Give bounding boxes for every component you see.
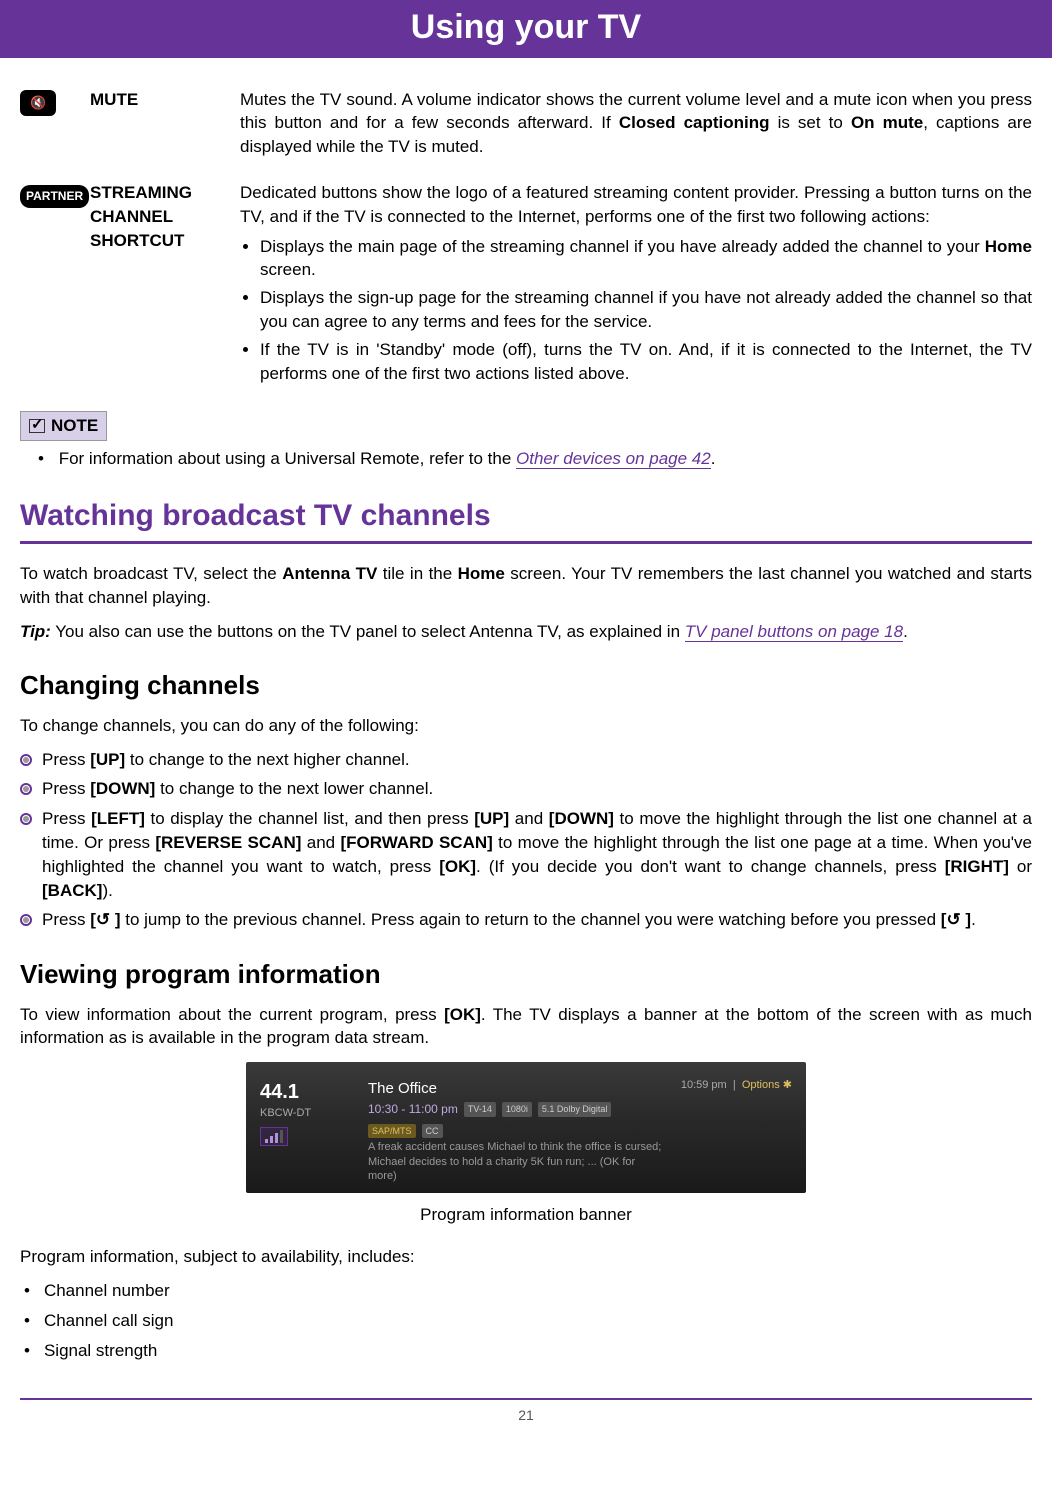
viewing-intro: To view information about the current pr…: [20, 1003, 1032, 1051]
program-info-block: The Office 10:30 - 11:00 pm TV-14 1080i …: [368, 1078, 663, 1183]
signal-strength-icon: [260, 1127, 288, 1146]
changing-intro: To change channels, you can do any of th…: [20, 714, 1032, 738]
partner-description: Dedicated buttons show the logo of a fea…: [240, 181, 1032, 389]
mute-label: MUTE: [90, 88, 240, 112]
note-link[interactable]: Other devices on page 42: [516, 449, 711, 469]
subheading-changing: Changing channels: [20, 667, 1032, 703]
includes-label: Program information, subject to availabi…: [20, 1245, 1032, 1269]
current-time: 10:59 pm: [681, 1079, 727, 1091]
intro-b2: Home: [458, 564, 505, 583]
tag-audio: 5.1 Dolby Digital: [538, 1102, 612, 1117]
page-header: Using your TV: [0, 0, 1052, 58]
note-label: NOTE: [20, 411, 107, 441]
partner-icon-cell: PARTNER: [20, 181, 90, 208]
watching-intro: To watch broadcast TV, select the Antenn…: [20, 562, 1032, 610]
page-number: 21: [0, 1406, 1052, 1436]
partner-action-list: Displays the main page of the streaming …: [240, 235, 1032, 386]
watching-tip: Tip: You also can use the buttons on the…: [20, 620, 1032, 644]
note-list: For information about using a Universal …: [38, 447, 1032, 471]
undo-b4: ]: [961, 910, 971, 929]
down-pre: Press: [42, 779, 90, 798]
partner-item-2: Displays the sign-up page for the stream…: [260, 286, 1032, 334]
mute-desc-bold1: Closed captioning: [619, 113, 770, 132]
down-post: to change to the next lower channel.: [155, 779, 433, 798]
undo-b2: ]: [110, 910, 120, 929]
tip-body: You also can use the buttons on the TV p…: [51, 622, 685, 641]
note-item: For information about using a Universal …: [38, 447, 1032, 471]
undo-pre: Press: [42, 910, 90, 929]
mute-icon-cell: 🔇: [20, 88, 90, 116]
banner-figure: 44.1 KBCW-DT The Office 10:30 - 11:00 pm…: [20, 1062, 1032, 1227]
clock-block: 10:59 pm | Options ✱: [681, 1078, 792, 1093]
up-post: to change to the next higher channel.: [125, 750, 409, 769]
undo-mid: to jump to the previous channel. Press a…: [121, 910, 941, 929]
tag-resolution: 1080i: [502, 1102, 532, 1117]
options-label: Options ✱: [742, 1079, 792, 1091]
includes-item-3: Signal strength: [20, 1339, 1032, 1363]
tip-link[interactable]: TV panel buttons on page 18: [685, 622, 903, 642]
check-icon: [29, 419, 45, 433]
undo-icon-2: ↺: [946, 908, 960, 932]
mute-desc-bold2: On mute: [851, 113, 923, 132]
changing-item-down: Press [DOWN] to change to the next lower…: [20, 777, 1032, 801]
undo-icon: ↺: [96, 908, 110, 932]
partner-item-1: Displays the main page of the streaming …: [260, 235, 1032, 283]
banner-caption: Program information banner: [20, 1203, 1032, 1227]
undo-post: .: [971, 910, 976, 929]
partner-item-3-text: If the TV is in 'Standby' mode (off), tu…: [260, 340, 1032, 383]
changing-list: Press [UP] to change to the next higher …: [20, 748, 1032, 933]
footer-rule: [20, 1398, 1032, 1400]
mute-icon: 🔇: [20, 90, 56, 116]
intro-mid: tile in the: [377, 564, 457, 583]
intro-b1: Antenna TV: [282, 564, 377, 583]
section-rule: [20, 541, 1032, 544]
partner-item-1-post: screen.: [260, 260, 316, 279]
partner-desc-text: Dedicated buttons show the logo of a fea…: [240, 183, 1032, 226]
partner-label: STREAMING CHANNEL SHORTCUT: [90, 181, 240, 252]
program-time-line: 10:30 - 11:00 pm TV-14 1080i 5.1 Dolby D…: [368, 1101, 663, 1138]
subheading-viewing: Viewing program information: [20, 956, 1032, 992]
changing-item-up: Press [UP] to change to the next higher …: [20, 748, 1032, 772]
program-info-banner: 44.1 KBCW-DT The Office 10:30 - 11:00 pm…: [246, 1062, 806, 1193]
program-description: A freak accident causes Michael to think…: [368, 1140, 663, 1183]
view-b: [OK]: [444, 1005, 481, 1024]
channel-call-sign: KBCW-DT: [260, 1106, 350, 1121]
channel-block: 44.1 KBCW-DT: [260, 1078, 350, 1148]
tag-cc: CC: [422, 1124, 443, 1139]
channel-number: 44.1: [260, 1078, 350, 1106]
includes-list: Channel number Channel call sign Signal …: [20, 1279, 1032, 1362]
mute-desc-mid: is set to: [770, 113, 851, 132]
up-pre: Press: [42, 750, 90, 769]
page-content: 🔇 MUTE Mutes the TV sound. A volume indi…: [0, 58, 1052, 1379]
program-title: The Office: [368, 1078, 663, 1099]
partner-item-3: If the TV is in 'Standby' mode (off), tu…: [260, 338, 1032, 386]
button-row-partner: PARTNER STREAMING CHANNEL SHORTCUT Dedic…: [20, 181, 1032, 389]
changing-item-undo: Press [↺ ] to jump to the previous chann…: [20, 908, 1032, 932]
includes-item-2: Channel call sign: [20, 1309, 1032, 1333]
mute-description: Mutes the TV sound. A volume indicator s…: [240, 88, 1032, 159]
intro-pre: To watch broadcast TV, select the: [20, 564, 282, 583]
partner-item-2-text: Displays the sign-up page for the stream…: [260, 288, 1032, 331]
tag-rating: TV-14: [464, 1102, 496, 1117]
program-time-range: 10:30 - 11:00 pm: [368, 1101, 458, 1118]
tip-post: .: [903, 622, 908, 641]
partner-item-1-pre: Displays the main page of the streaming …: [260, 237, 985, 256]
note-text-pre: For information about using a Universal …: [59, 449, 516, 468]
note-box: NOTE For information about using a Unive…: [20, 411, 1032, 471]
tag-sap: SAP/MTS: [368, 1124, 416, 1139]
tip-pre: Tip:: [20, 622, 51, 641]
note-label-text: NOTE: [51, 414, 98, 438]
changing-item-left: Press [LEFT] to display the channel list…: [20, 807, 1032, 902]
button-row-mute: 🔇 MUTE Mutes the TV sound. A volume indi…: [20, 88, 1032, 159]
note-text-post: .: [711, 449, 716, 468]
includes-item-1: Channel number: [20, 1279, 1032, 1303]
partner-icon: PARTNER: [20, 185, 89, 208]
view-pre: To view information about the current pr…: [20, 1005, 444, 1024]
partner-item-1-bold: Home: [985, 237, 1032, 256]
down-b: [DOWN]: [90, 779, 155, 798]
section-heading-watching: Watching broadcast TV channels: [20, 495, 1032, 537]
up-b: [UP]: [90, 750, 125, 769]
